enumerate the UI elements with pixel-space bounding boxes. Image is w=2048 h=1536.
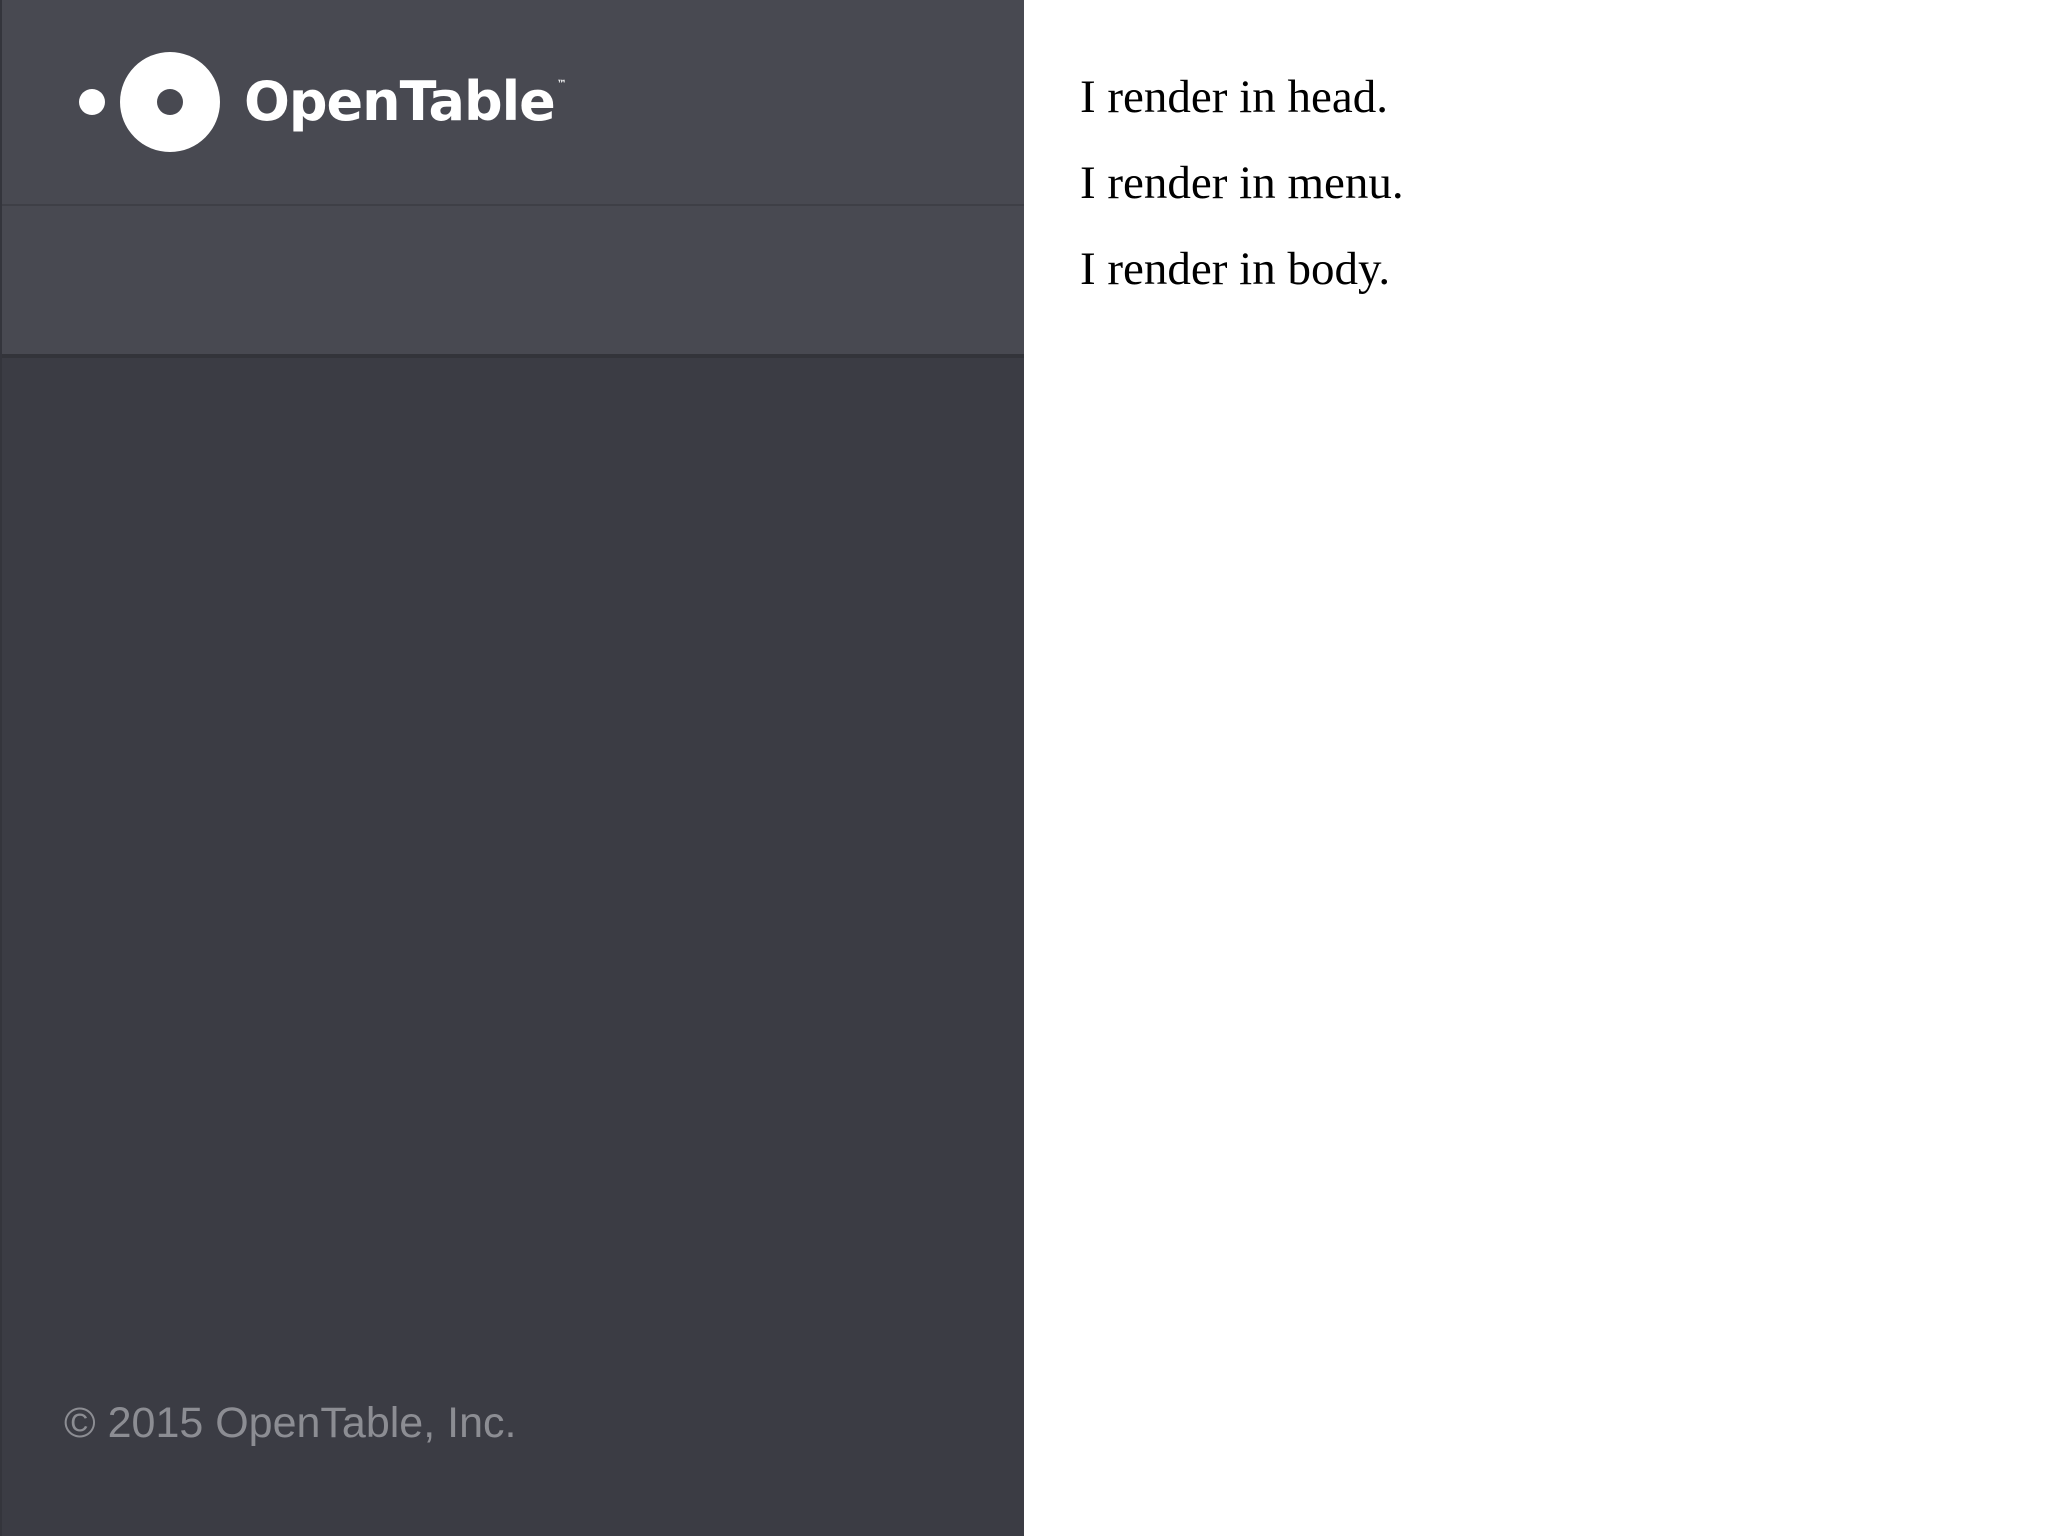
sidebar-header: OpenTable ™: [2, 0, 1026, 206]
opentable-logo-icon: [79, 52, 220, 152]
main-content: I render in head. I render in menu. I re…: [1024, 0, 2048, 1536]
page: OpenTable ™ © 2015 OpenTable, Inc. I rend…: [0, 0, 2048, 1536]
footer-copyright: © 2015 OpenTable, Inc.: [64, 1399, 517, 1447]
head-text: I render in head.: [1080, 71, 1388, 123]
logo-text: OpenTable: [244, 70, 556, 133]
menu-divider: [2, 354, 1026, 358]
menu-text: I render in menu.: [1080, 157, 1404, 209]
body-text: I render in body.: [1080, 243, 1391, 295]
sidebar: OpenTable ™ © 2015 OpenTable, Inc.: [0, 0, 1026, 1536]
logo[interactable]: OpenTable ™: [78, 50, 567, 154]
logo-trademark: ™: [556, 78, 567, 90]
sidebar-menu: [2, 206, 1026, 356]
